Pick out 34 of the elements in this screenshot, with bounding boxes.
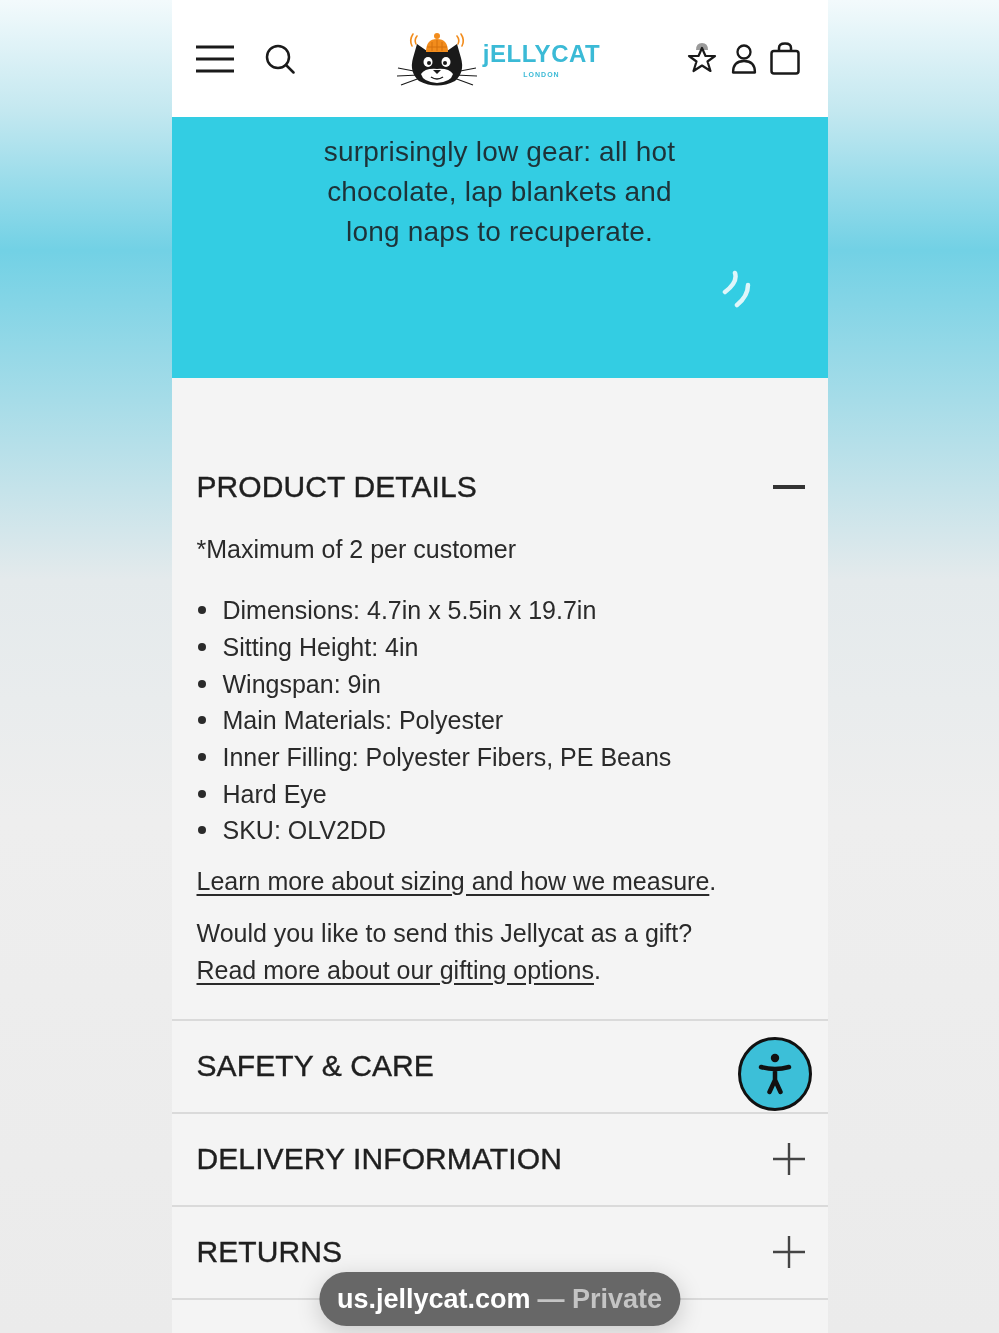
bullet-icon xyxy=(197,753,206,762)
bullet-icon xyxy=(197,643,206,652)
bag-icon[interactable] xyxy=(769,42,800,75)
sizing-text: Learn more about sizing and how we measure. xyxy=(196,865,718,897)
accordion-title[interactable]: PRODUCT DETAILS xyxy=(196,470,477,503)
bullet-icon xyxy=(197,606,206,615)
address-bar[interactable]: us.jellycat.com — Private xyxy=(318,1272,681,1326)
sizing-link[interactable]: Learn more about sizing and how we measure xyxy=(196,866,710,895)
product-detail-text: Hard Eye xyxy=(222,778,327,809)
product-detail-text: SKU: OLV2DD xyxy=(222,815,386,846)
curved-lines-icon xyxy=(720,270,753,308)
product-detail-text: Wingspan: 9in xyxy=(222,668,381,699)
bullet-icon xyxy=(197,679,206,688)
accordion-title[interactable]: SAFETY & CARE xyxy=(196,1050,434,1083)
gifting-link[interactable]: Read more about our gifting options xyxy=(196,955,594,984)
minus-icon[interactable] xyxy=(772,484,805,489)
search-icon[interactable] xyxy=(264,43,295,74)
plus-icon[interactable] xyxy=(772,1143,805,1176)
bullet-icon xyxy=(197,826,206,835)
product-detail-text: Main Materials: Polyester xyxy=(222,705,504,736)
accordion-title[interactable]: DELIVERY INFORMATION xyxy=(196,1143,562,1176)
gift-text: Would you like to send this Jellycat as a gift? Read more about our gifting options. xyxy=(196,917,694,986)
product-detail-text: Dimensions: 4.7in x 5.5in x 19.7in xyxy=(222,595,597,626)
purchase-limit-note: *Maximum of 2 per customer xyxy=(196,534,518,565)
bullet-icon xyxy=(197,716,206,725)
bullet-icon xyxy=(197,789,206,798)
story-text: surprisingly low gear: all hot chocolate, lap blankets and long naps to recuperate. xyxy=(322,135,677,249)
accordion-title[interactable]: RETURNS xyxy=(196,1236,343,1269)
accessibility-icon[interactable] xyxy=(737,1037,812,1111)
product-detail-text: Inner Filling: Polyester Fibers, PE Beans xyxy=(222,742,672,773)
user-icon[interactable] xyxy=(730,43,757,74)
product-detail-text: Sitting Height: 4in xyxy=(222,632,419,663)
plus-icon[interactable] xyxy=(772,1236,805,1269)
menu-icon[interactable] xyxy=(195,44,234,73)
